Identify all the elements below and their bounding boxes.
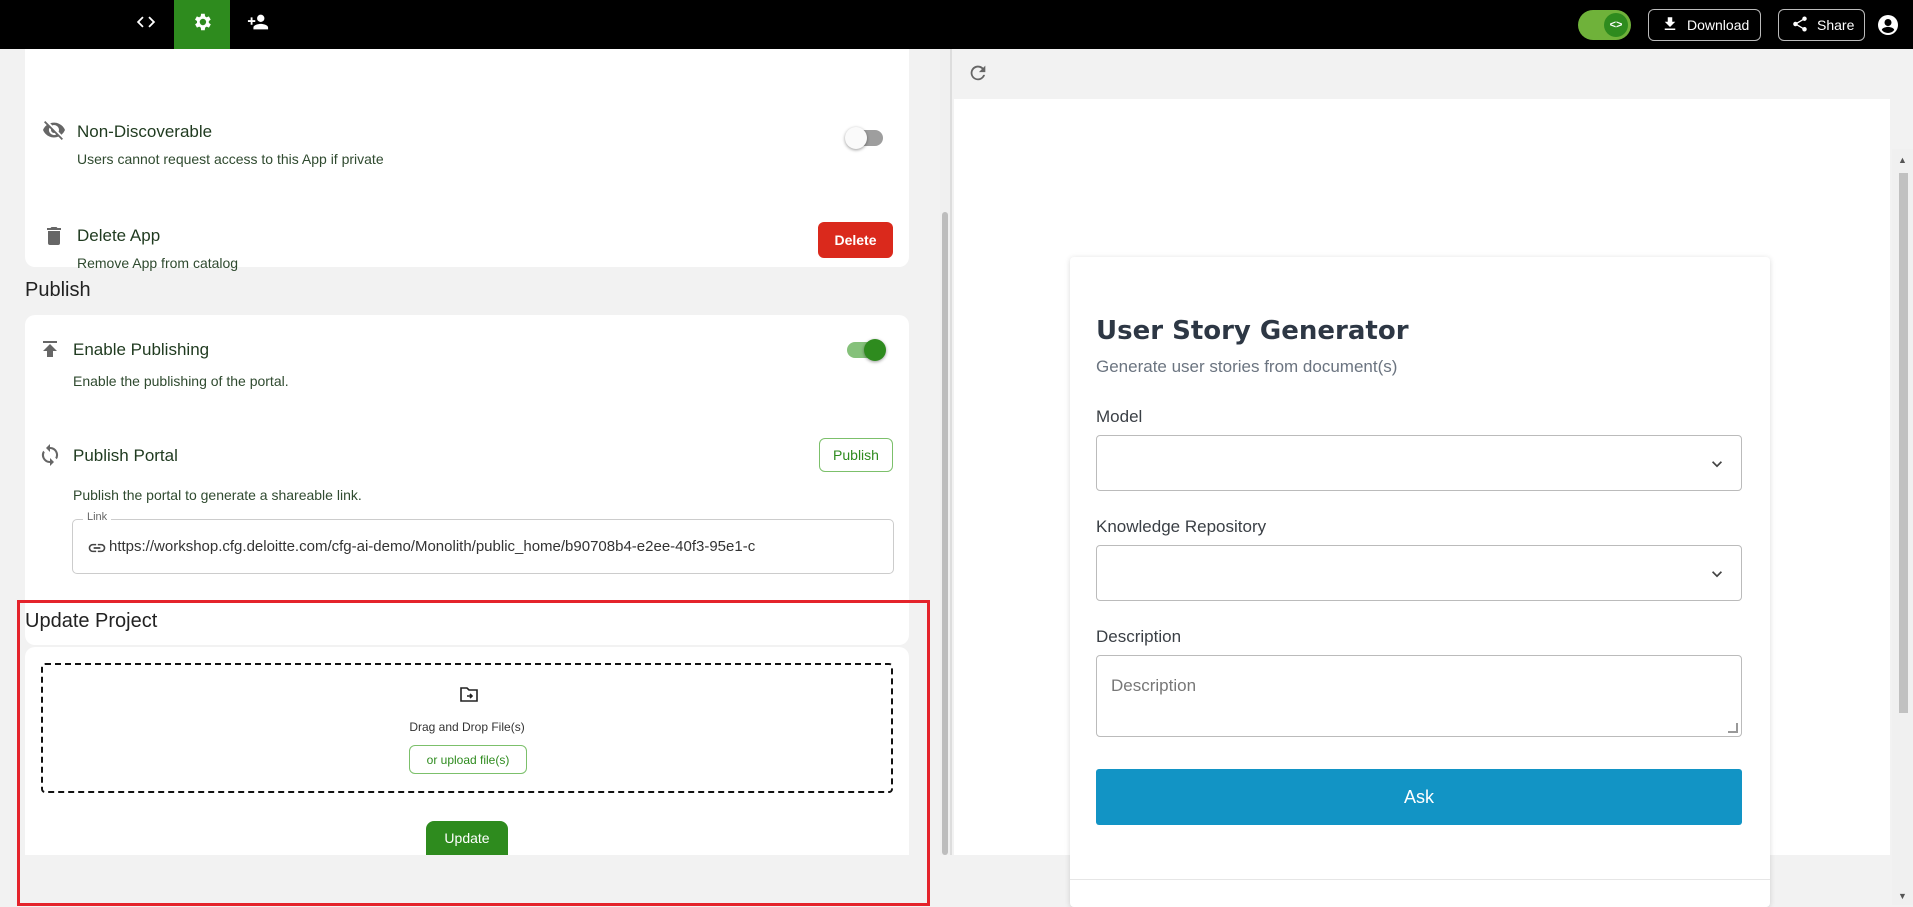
scrollbar-thumb[interactable] (942, 212, 948, 855)
publish-portal-title: Publish Portal (73, 446, 178, 465)
upload-files-button[interactable]: or upload file(s) (409, 745, 527, 774)
app-preview-frame: User Story Generator Generate user stori… (954, 99, 1913, 907)
preview-scrollbar[interactable]: ▲ ▼ (1892, 149, 1913, 905)
scroll-down-arrow-icon[interactable]: ▼ (1898, 891, 1907, 901)
code-icon (135, 11, 157, 38)
scroll-up-arrow-icon[interactable]: ▲ (1898, 155, 1907, 165)
link-field-label: Link (83, 511, 112, 523)
left-scrollbar[interactable] (940, 49, 950, 855)
publish-card: Enable Publishing Enable the publishing … (25, 315, 909, 645)
enable-publishing-description: Enable the publishing of the portal. (73, 373, 289, 389)
share-icon (1791, 15, 1809, 36)
model-label: Model (1096, 407, 1143, 426)
switch-knob (845, 127, 867, 149)
ask-button[interactable]: Ask (1096, 769, 1742, 825)
share-link-field[interactable]: Link https://workshop.cfg.deloitte.com/c… (72, 511, 894, 574)
add-user-icon (247, 11, 269, 38)
non-discoverable-title: Non-Discoverable (77, 122, 213, 141)
eye-off-icon (42, 118, 66, 147)
share-label: Share (1817, 17, 1855, 33)
knowledge-repository-select[interactable] (1096, 545, 1742, 601)
resize-handle-icon[interactable] (1728, 723, 1738, 733)
update-button[interactable]: Update (426, 821, 508, 855)
model-select[interactable] (1096, 435, 1742, 491)
code-view-button[interactable] (118, 0, 174, 49)
link-url-value: https://workshop.cfg.deloitte.com/cfg-ai… (109, 538, 756, 555)
delete-app-title: Delete App (77, 226, 161, 245)
code-toggle-icon: <> (1604, 13, 1628, 37)
refresh-icon (967, 65, 989, 88)
trash-icon (42, 224, 66, 253)
publish-heading: Publish (25, 279, 91, 301)
settings-panel: Non-Discoverable Users cannot request ac… (0, 49, 940, 855)
refresh-button[interactable] (967, 62, 989, 84)
file-dropzone[interactable]: Drag and Drop File(s) or upload file(s) (41, 663, 893, 793)
settings-tab-button[interactable] (174, 0, 230, 49)
update-project-heading: Update Project (25, 610, 158, 632)
download-icon (1661, 15, 1679, 36)
description-input[interactable]: Description (1096, 655, 1742, 737)
top-bar: <> Download Share (0, 0, 1913, 49)
add-user-button[interactable] (230, 0, 286, 49)
scrollbar-thumb[interactable] (1899, 173, 1908, 713)
delete-app-description: Remove App from catalog (77, 255, 239, 271)
app-settings-card: Non-Discoverable Users cannot request ac… (25, 49, 909, 271)
knowledge-repository-label: Knowledge Repository (1096, 517, 1267, 536)
card-footer-divider (1070, 879, 1770, 880)
share-button[interactable]: Share (1778, 9, 1865, 41)
user-story-form-card: User Story Generator Generate user stori… (1070, 257, 1770, 907)
non-discoverable-description: Users cannot request access to this App … (77, 151, 384, 167)
gear-icon (191, 11, 213, 38)
drop-text: Drag and Drop File(s) (409, 720, 525, 734)
publish-portal-description: Publish the portal to generate a shareab… (73, 487, 362, 503)
enable-publishing-switch[interactable] (847, 339, 886, 361)
switch-knob (864, 339, 886, 361)
code-preview-toggle[interactable]: <> (1578, 10, 1631, 40)
publish-icon (38, 337, 62, 366)
app-subtitle: Generate user stories from document(s) (1096, 357, 1398, 376)
account-icon (1876, 15, 1900, 41)
account-button[interactable] (1876, 13, 1900, 37)
non-discoverable-switch[interactable] (845, 127, 883, 149)
description-label: Description (1096, 627, 1182, 646)
folder-upload-icon (456, 683, 482, 707)
preview-panel: User Story Generator Generate user stori… (952, 49, 1913, 907)
sync-icon (38, 443, 62, 472)
publish-button[interactable]: Publish (819, 438, 893, 472)
download-label: Download (1687, 17, 1750, 33)
delete-button[interactable]: Delete (818, 222, 893, 258)
app-title: User Story Generator (1096, 316, 1409, 346)
download-button[interactable]: Download (1648, 9, 1761, 41)
enable-publishing-title: Enable Publishing (73, 340, 210, 359)
description-placeholder: Description (1111, 676, 1197, 695)
